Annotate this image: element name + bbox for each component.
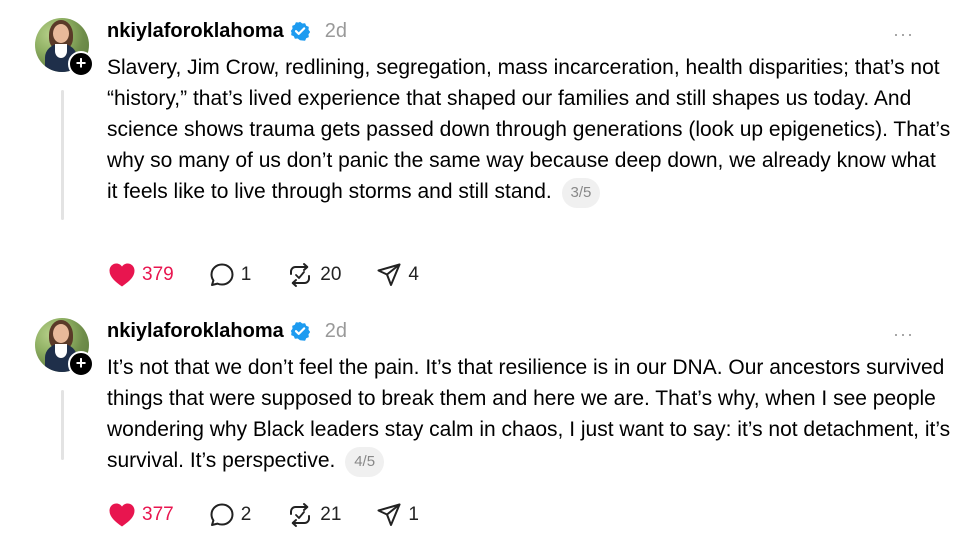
verified-badge-icon: [290, 21, 310, 41]
like-button[interactable]: 377: [108, 502, 174, 528]
thread-post: + nkiylaforoklahoma 2d ··· Slavery, Jim …: [0, 0, 955, 300]
verified-badge-icon: [290, 321, 310, 341]
post-time: 2d: [324, 19, 347, 42]
post-time: 2d: [324, 319, 347, 342]
repost-icon: [290, 503, 311, 527]
thread-pager-badge: 4/5: [345, 447, 385, 477]
repost-icon: [290, 263, 311, 287]
repost-button[interactable]: 20: [286, 262, 341, 288]
reply-count: 2: [240, 504, 252, 525]
reply-button[interactable]: 1: [209, 262, 252, 288]
follow-plus-icon[interactable]: +: [68, 51, 94, 77]
comment-icon: [210, 503, 234, 526]
more-options-icon[interactable]: ···: [893, 324, 914, 345]
thread-pager-badge: 3/5: [561, 178, 601, 208]
heart-filled-icon: [109, 263, 135, 287]
share-button[interactable]: 4: [376, 262, 419, 288]
repost-count: 20: [320, 264, 342, 285]
post-text-container: Slavery, Jim Crow, redlining, segregatio…: [107, 52, 952, 208]
post-actions: 377 2 21 1: [108, 502, 454, 528]
like-button[interactable]: 379: [108, 262, 174, 288]
post-header: nkiylaforoklahoma 2d: [107, 318, 347, 344]
share-button[interactable]: 1: [376, 502, 419, 528]
post-text: Slavery, Jim Crow, redlining, segregatio…: [107, 56, 951, 203]
username[interactable]: nkiylaforoklahoma: [107, 20, 284, 43]
repost-count: 21: [320, 504, 342, 525]
avatar[interactable]: +: [35, 18, 94, 77]
thread-line: [61, 90, 64, 220]
thread-post: + nkiylaforoklahoma 2d ··· It’s not that…: [0, 300, 955, 541]
more-options-icon[interactable]: ···: [893, 24, 914, 45]
reply-count: 1: [240, 264, 252, 285]
repost-button[interactable]: 21: [286, 502, 341, 528]
thread-line: [61, 390, 64, 460]
reply-button[interactable]: 2: [209, 502, 252, 528]
like-count: 377: [142, 504, 174, 525]
comment-icon: [210, 263, 234, 286]
like-count: 379: [142, 264, 174, 285]
share-icon: [377, 263, 401, 286]
share-icon: [377, 503, 401, 526]
post-actions: 379 1 20 4: [108, 262, 454, 288]
post-text: It’s not that we don’t feel the pain. It…: [107, 356, 951, 472]
avatar[interactable]: +: [35, 318, 94, 377]
heart-filled-icon: [109, 503, 135, 527]
follow-plus-icon[interactable]: +: [68, 351, 94, 377]
post-text-container: It’s not that we don’t feel the pain. It…: [107, 352, 952, 477]
share-count: 1: [408, 504, 419, 525]
username[interactable]: nkiylaforoklahoma: [107, 320, 284, 343]
share-count: 4: [408, 264, 419, 285]
post-header: nkiylaforoklahoma 2d: [107, 18, 347, 44]
